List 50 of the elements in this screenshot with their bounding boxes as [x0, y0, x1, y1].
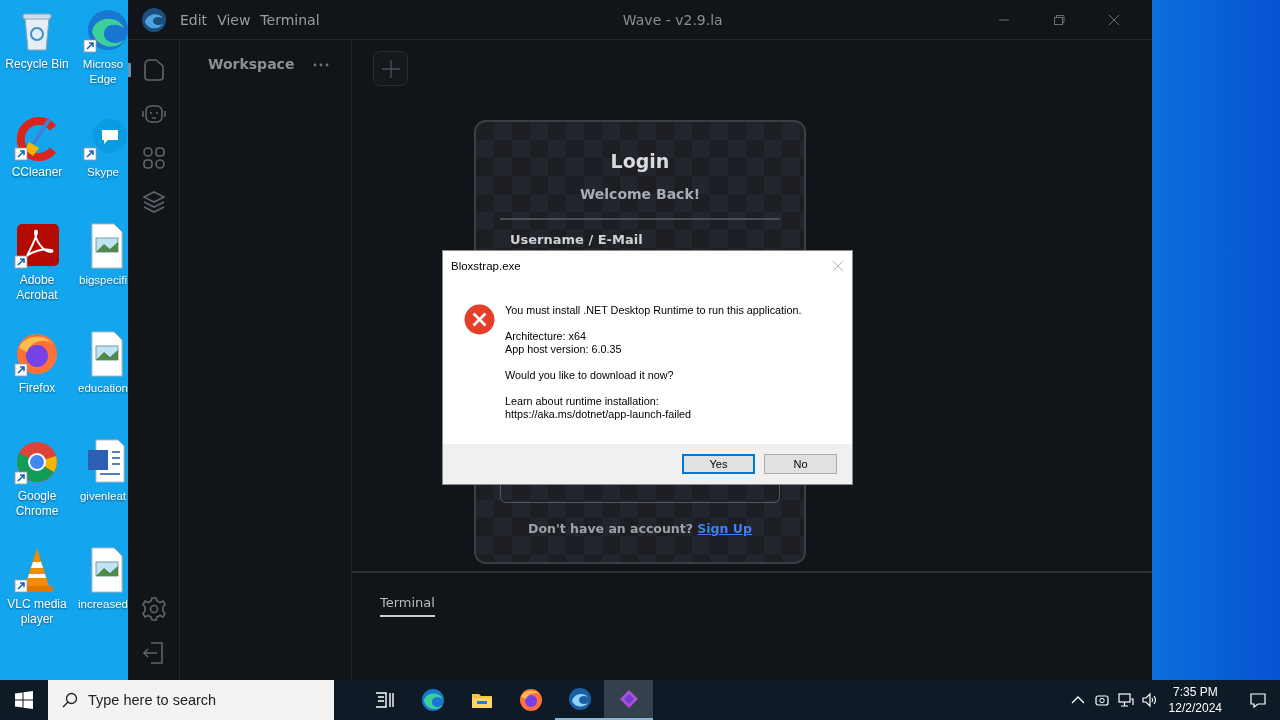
notification-icon[interactable] [1249, 691, 1267, 709]
panel-tab[interactable]: Terminal [380, 595, 435, 617]
dialog-message: You must install .NET Desktop Runtime to run this application. [505, 304, 802, 317]
login-title: Login [610, 150, 670, 172]
desktop-icon-label[interactable]: Skype [78, 165, 128, 180]
swirl-icon[interactable] [420, 688, 445, 712]
desktop-icon-label[interactable]: increased [78, 597, 128, 612]
signup-prompt: Don't have an account? [528, 521, 693, 536]
desktop-icon-label[interactable]: Microso Edge [78, 57, 128, 87]
signup-link[interactable]: Sign Up [697, 521, 752, 536]
dialog-button[interactable]: No [764, 454, 837, 474]
login-subtitle: Welcome Back! [579, 186, 701, 202]
desktop-icon-label[interactable]: CCleaner [11, 165, 63, 180]
pdf-icon[interactable] [13, 222, 61, 270]
desktop-icon-label[interactable]: Firefox [18, 381, 56, 396]
desktop-icon-label[interactable]: givenleat [78, 489, 128, 504]
search-icon [62, 692, 78, 708]
menu-item[interactable]: Edit [180, 11, 208, 28]
clock-date[interactable]: 12/2/2024 [1168, 700, 1222, 716]
window-title: Wave - v2.9.la [621, 11, 724, 28]
error-icon [464, 304, 495, 335]
desktop-icon-label[interactable]: VLC media player [0, 597, 74, 627]
close-icon[interactable] [1107, 13, 1120, 26]
menu-item[interactable]: View [217, 11, 251, 28]
speaker-icon[interactable] [1140, 691, 1159, 709]
maximize-icon[interactable] [1052, 13, 1065, 26]
search-field[interactable]: Type here to search [48, 680, 334, 720]
plus-icon [380, 58, 401, 79]
settings-icon[interactable] [140, 596, 167, 622]
menu-item[interactable]: Terminal [260, 11, 320, 28]
apps-icon[interactable] [140, 145, 167, 171]
desktop-icon-label[interactable]: Google Chrome [0, 489, 74, 519]
dialog-message: Architecture: x64 App host version: 6.0.35 [505, 330, 623, 356]
swirl-icon [141, 6, 167, 33]
desktop-icon-label[interactable]: bigspecifi [78, 273, 128, 288]
desktop-icon-label[interactable]: education [78, 381, 128, 396]
globe-icon[interactable] [518, 688, 543, 712]
dialog-button[interactable]: Yes [682, 454, 755, 474]
start-icon[interactable] [15, 691, 33, 709]
field-label: Username / E-Mail [510, 232, 643, 247]
dialog-message: Learn about runtime installation: https://aka.ms/dotnet/app-launch-failed [505, 395, 693, 421]
dialog-title: Bloxstrap.exe [451, 259, 521, 272]
dialog-message: Would you like to download it now? [505, 369, 675, 382]
clock-time[interactable]: 7:35 PM [1172, 684, 1218, 700]
desktop-icon-label[interactable]: Recycle Bin [5, 57, 69, 72]
desktop-icon-label[interactable]: Adobe Acrobat [0, 273, 74, 303]
layers-icon[interactable] [140, 189, 167, 215]
panel-title: Workspace [208, 56, 295, 72]
network-icon[interactable] [1116, 691, 1135, 709]
swirl-icon[interactable] [567, 687, 592, 711]
